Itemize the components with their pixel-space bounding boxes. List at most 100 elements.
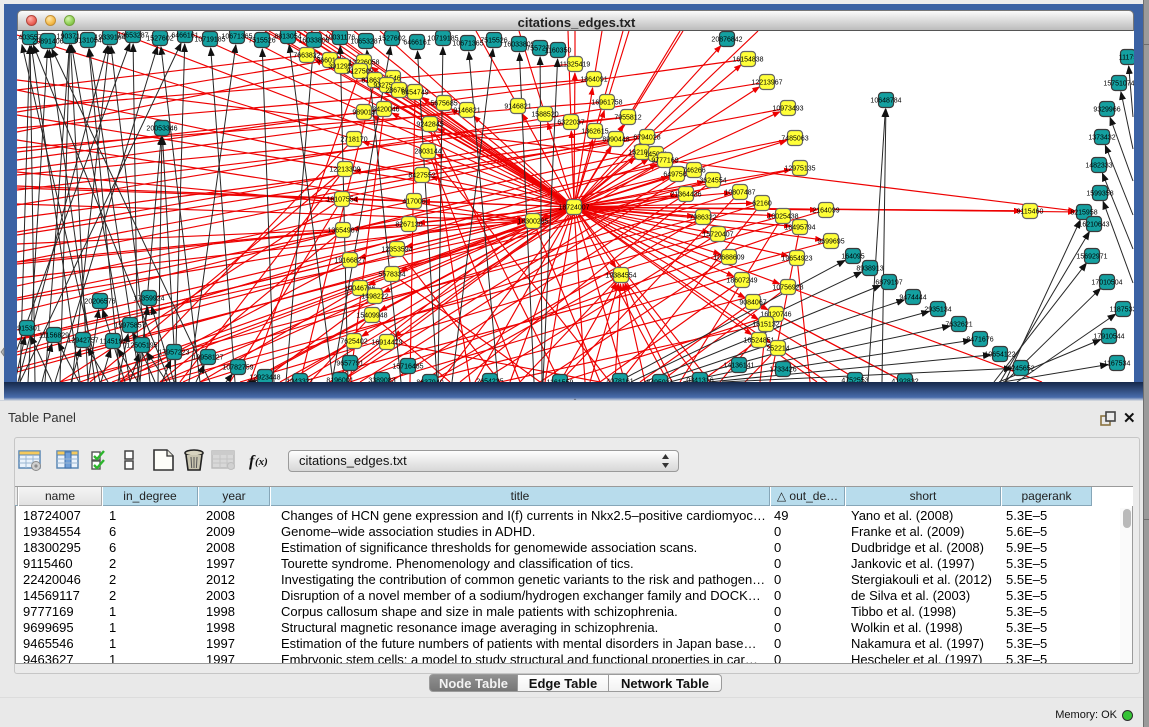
svg-text:17010504: 17010504 — [1091, 280, 1122, 287]
svg-text:7625402: 7625402 — [340, 339, 367, 346]
svg-text:18607249: 18607249 — [726, 278, 757, 285]
svg-text:1362615: 1362615 — [581, 129, 608, 136]
svg-text:1733426: 1733426 — [769, 367, 796, 374]
svg-text:1167534: 1167534 — [1104, 361, 1131, 368]
svg-text:1043321: 1043321 — [286, 379, 313, 383]
svg-text:10756928: 10756928 — [772, 285, 803, 292]
svg-text:8196001: 8196001 — [326, 378, 353, 383]
svg-text:19384554: 19384554 — [605, 273, 636, 280]
svg-text:2164099: 2164099 — [812, 208, 839, 215]
svg-text:164095: 164095 — [841, 254, 864, 261]
svg-text:9146821: 9146821 — [453, 108, 480, 115]
svg-text:1187533: 1187533 — [1110, 307, 1134, 314]
svg-text:10654122: 10654122 — [984, 352, 1015, 359]
svg-text:12975135: 12975135 — [784, 166, 815, 173]
svg-text:10807487: 10807487 — [724, 190, 755, 197]
svg-text:6322037: 6322037 — [557, 120, 584, 127]
svg-text:17910544: 17910544 — [1093, 334, 1124, 341]
svg-text:16107554: 16107554 — [326, 197, 357, 204]
svg-text:19654923: 19654923 — [781, 256, 812, 263]
svg-text:11325419: 11325419 — [560, 62, 591, 69]
svg-text:1915301: 1915301 — [17, 326, 41, 333]
svg-text:9242845: 9242845 — [416, 122, 443, 129]
svg-text:20206576: 20206576 — [84, 299, 115, 306]
svg-text:0341316: 0341316 — [686, 378, 713, 383]
svg-text:12505195: 12505195 — [126, 343, 157, 350]
svg-text:7632621: 7632621 — [945, 322, 972, 329]
svg-text:19975857: 19975857 — [114, 323, 145, 330]
svg-text:7955812: 7955812 — [614, 115, 641, 122]
svg-text:12942757: 12942757 — [67, 338, 98, 345]
svg-text:(x): (x) — [255, 456, 268, 468]
svg-text:20053346: 20053346 — [146, 126, 177, 133]
svg-text:2718170: 2718170 — [340, 137, 367, 144]
svg-text:21364436: 21364436 — [670, 192, 701, 199]
svg-text:16914479: 16914479 — [371, 340, 402, 347]
svg-text:7986322: 7986322 — [689, 215, 716, 222]
svg-text:9146821: 9146821 — [504, 104, 531, 111]
svg-text:18495794: 18495794 — [784, 225, 815, 232]
svg-text:8215958: 8215958 — [1070, 210, 1097, 217]
svg-text:9699695: 9699695 — [817, 239, 844, 246]
svg-text:19166827: 19166827 — [334, 258, 365, 265]
svg-text:6794028: 6794028 — [633, 135, 660, 142]
svg-text:10648784: 10648784 — [870, 98, 901, 105]
svg-text:8637940: 8637940 — [416, 380, 443, 383]
svg-text:15716485: 15716485 — [392, 364, 423, 371]
svg-text:12213967: 12213967 — [751, 80, 782, 87]
svg-text:7515526: 7515526 — [248, 38, 275, 45]
svg-text:11175: 11175 — [1119, 55, 1134, 62]
svg-text:15720407: 15720407 — [702, 232, 733, 239]
svg-text:11156829: 11156829 — [39, 333, 69, 340]
svg-text:1615132: 1615132 — [752, 322, 779, 329]
svg-text:2935134: 2935134 — [924, 307, 951, 314]
svg-text:9084067: 9084067 — [739, 300, 766, 307]
svg-text:15751074: 15751074 — [1103, 81, 1134, 88]
svg-text:9777169: 9777169 — [651, 158, 678, 165]
svg-text:1482333: 1482333 — [1085, 163, 1112, 170]
svg-text:989013: 989013 — [352, 110, 375, 117]
svg-text:746266: 746266 — [682, 168, 705, 175]
svg-text:12213309: 12213309 — [329, 167, 360, 174]
svg-text:8454749: 8454749 — [401, 90, 428, 97]
svg-text:12353594: 12353594 — [381, 247, 412, 254]
svg-text:16210643: 16210643 — [1078, 222, 1109, 229]
svg-text:17957223: 17957223 — [158, 350, 189, 357]
svg-text:2654235: 2654235 — [476, 379, 503, 383]
svg-text:8495931: 8495931 — [646, 380, 673, 383]
svg-text:8990448: 8990448 — [602, 137, 629, 144]
svg-text:8471676: 8471676 — [966, 337, 993, 344]
svg-text:16961758: 16961758 — [591, 100, 622, 107]
svg-text:9329966: 9329966 — [1093, 107, 1120, 114]
svg-text:9115460: 9115460 — [1017, 209, 1044, 216]
svg-text:15692971: 15692971 — [1076, 254, 1107, 261]
svg-text:8938913: 8938913 — [856, 266, 883, 273]
svg-text:1498222: 1498222 — [361, 294, 388, 301]
svg-text:1160350: 1160350 — [545, 48, 572, 55]
svg-text:6879197: 6879197 — [875, 280, 902, 287]
svg-text:8427552: 8427552 — [408, 173, 435, 180]
svg-text:1599358: 1599358 — [1086, 191, 1113, 198]
svg-text:16154838: 16154838 — [732, 57, 763, 64]
svg-text:1161559: 1161559 — [547, 380, 574, 383]
svg-text:2803144: 2803144 — [414, 149, 441, 156]
svg-text:10973493: 10973493 — [772, 106, 803, 113]
svg-text:10653287: 10653287 — [350, 39, 381, 46]
svg-text:1588520: 1588520 — [531, 112, 558, 119]
svg-text:1373432: 1373432 — [1088, 135, 1115, 142]
svg-text:3624554: 3624554 — [699, 178, 726, 185]
svg-text:10671365: 10671365 — [452, 41, 483, 48]
svg-text:3389083: 3389083 — [368, 378, 395, 383]
svg-text:4752553: 4752553 — [841, 378, 868, 383]
svg-text:17359924: 17359924 — [133, 296, 164, 303]
svg-text:62160: 62160 — [752, 201, 772, 208]
svg-text:12923448: 12923448 — [249, 375, 280, 382]
svg-text:13654987: 13654987 — [327, 228, 358, 235]
svg-text:15409948: 15409948 — [356, 313, 387, 320]
svg-text:1145191: 1145191 — [100, 339, 127, 346]
svg-text:1527602: 1527602 — [146, 36, 173, 43]
svg-text:9474444: 9474444 — [899, 295, 926, 302]
svg-text:7485063: 7485063 — [781, 136, 808, 143]
svg-text:417006: 417006 — [402, 199, 425, 206]
svg-text:5578334: 5578334 — [378, 272, 405, 279]
